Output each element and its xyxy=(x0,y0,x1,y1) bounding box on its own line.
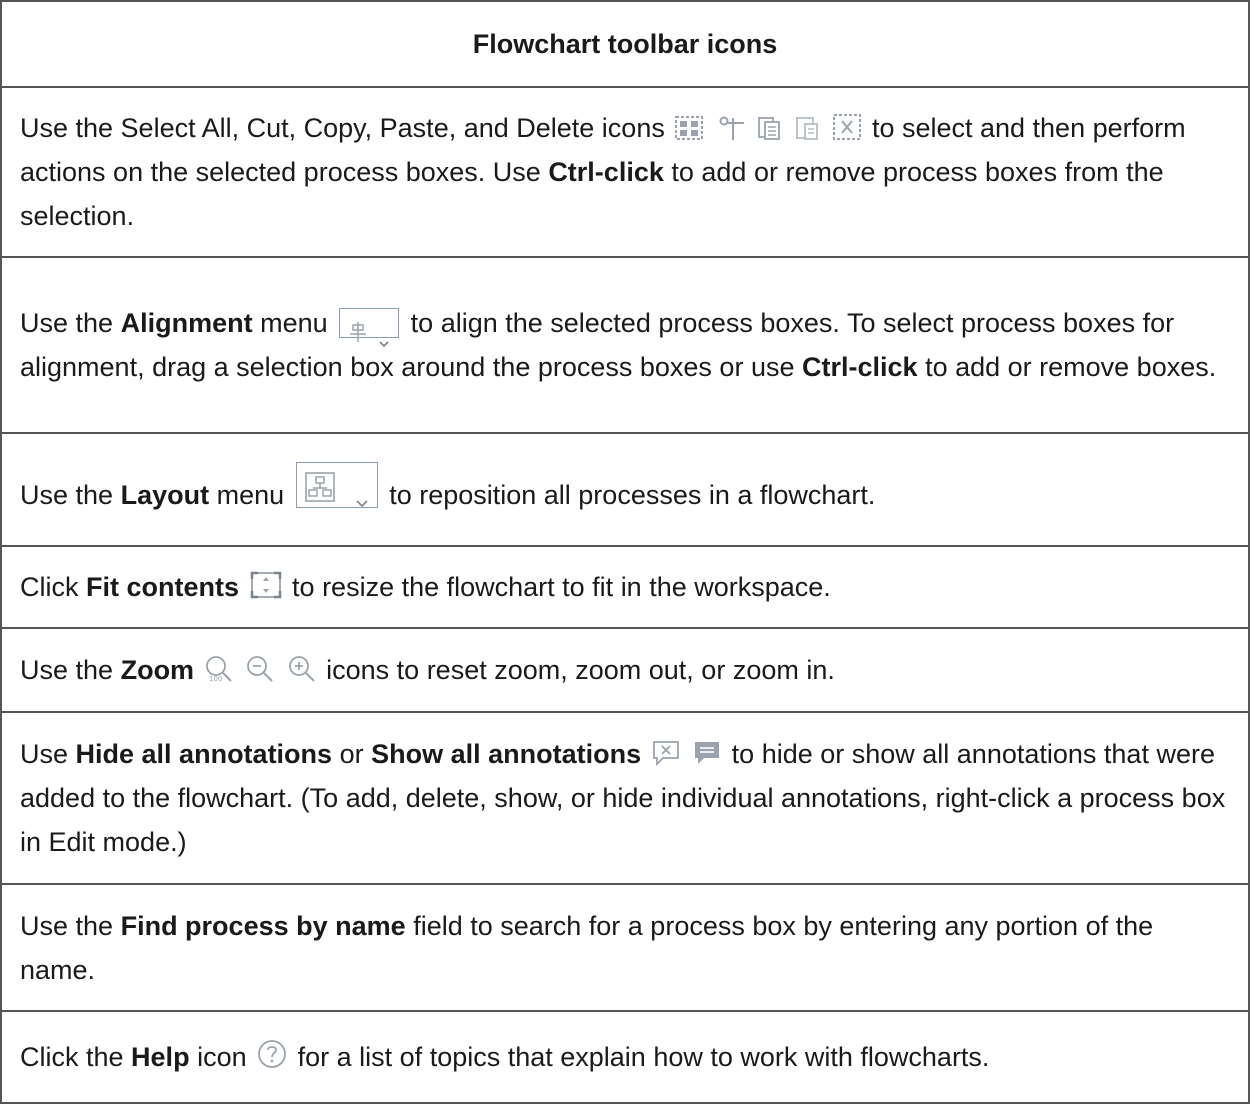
row-text: menu xyxy=(260,308,328,338)
row-text: Use the Select All, Cut, Copy, Paste, an… xyxy=(20,113,665,143)
delete-icon xyxy=(832,113,862,141)
table-cell: Use the Select All, Cut, Copy, Paste, an… xyxy=(0,86,1250,258)
table-cell: Click the Help icon for a list of topics… xyxy=(0,1010,1250,1104)
row-text: to reposition all processes in a flowcha… xyxy=(389,480,876,510)
show-all-annotations-label: Show all annotations xyxy=(371,739,642,769)
hide-all-annotations-label: Hide all annotations xyxy=(75,739,333,769)
row-text: to resize the flowchart to fit in the wo… xyxy=(292,572,831,602)
copy-icon xyxy=(757,115,783,141)
table-cell: Use Hide all annotations or Show all ann… xyxy=(0,711,1250,885)
layout-menu-button[interactable] xyxy=(295,462,378,508)
table-cell: Use the Zoom 100 icons to reset zoom, zo… xyxy=(0,627,1250,713)
find-process-by-name-label: Find process by name xyxy=(120,910,406,941)
table-title: Flowchart toolbar icons xyxy=(0,0,1250,88)
hide-annotations-icon[interactable] xyxy=(651,739,681,767)
layout-icon xyxy=(304,471,335,515)
table-cell: Use the Find process by name field to se… xyxy=(0,883,1250,1012)
table-row: Use Hide all annotations or Show all ann… xyxy=(0,711,1250,885)
table-cell: Use the Layout menu to reposition all pr… xyxy=(0,432,1250,547)
row-text: Click xyxy=(20,572,79,602)
table-row: Use the Zoom 100 icons to reset zoom, zo… xyxy=(0,627,1250,713)
row-text: Click the xyxy=(20,1042,124,1072)
row-text: to add or remove boxes. xyxy=(925,352,1217,382)
row-text: menu xyxy=(216,480,285,510)
paste-icon xyxy=(795,115,821,141)
alignment-icon xyxy=(348,312,368,356)
layout-label: Layout xyxy=(120,480,210,510)
table-header-row: Flowchart toolbar icons xyxy=(0,0,1250,88)
zoom-label: Zoom xyxy=(120,655,195,685)
help-label: Help xyxy=(131,1042,190,1072)
row-text: icon xyxy=(197,1042,247,1072)
table-row: Use the Alignment menu to align the sele… xyxy=(0,256,1250,434)
ctrl-click-label: Ctrl-click xyxy=(802,352,918,382)
show-annotations-icon[interactable] xyxy=(692,739,722,767)
table-row: Use the Find process by name field to se… xyxy=(0,883,1250,1012)
help-icon[interactable] xyxy=(256,1038,288,1070)
table-row: Use the Select All, Cut, Copy, Paste, an… xyxy=(0,86,1250,258)
row-text: Use the xyxy=(20,655,114,685)
row-text: Use the xyxy=(20,308,114,338)
row-text: Use the xyxy=(20,910,114,941)
svg-text:100: 100 xyxy=(209,675,222,683)
table-row: Use the Layout menu to reposition all pr… xyxy=(0,432,1250,547)
flowchart-toolbar-icons-table: Flowchart toolbar icons Use the Select A… xyxy=(0,0,1250,1104)
alignment-label: Alignment xyxy=(120,308,253,338)
row-text: Use xyxy=(20,739,69,769)
table-row: Click the Help icon for a list of topics… xyxy=(0,1010,1250,1104)
row-text: Use the xyxy=(20,480,114,510)
fit-contents-label: Fit contents xyxy=(86,572,240,602)
zoom-reset-icon[interactable]: 100 xyxy=(204,655,234,683)
table-cell: Click Fit contents to resize the flowcha… xyxy=(0,545,1250,629)
table-row: Click Fit contents to resize the flowcha… xyxy=(0,545,1250,629)
cut-icon xyxy=(716,115,746,141)
zoom-in-icon[interactable] xyxy=(287,655,317,683)
alignment-menu-button[interactable] xyxy=(339,308,400,348)
row-text: for a list of topics that explain how to… xyxy=(297,1042,990,1072)
zoom-out-icon[interactable] xyxy=(245,655,275,683)
chevron-down-icon xyxy=(355,477,369,521)
table-cell: Use the Alignment menu to align the sele… xyxy=(0,256,1250,434)
select-all-icon xyxy=(674,115,704,141)
row-text: or xyxy=(339,739,364,769)
row-text: icons to reset zoom, zoom out, or zoom i… xyxy=(326,655,835,685)
ctrl-click-label: Ctrl-click xyxy=(548,157,664,187)
fit-contents-icon[interactable] xyxy=(249,570,283,600)
chevron-down-icon xyxy=(378,318,390,362)
